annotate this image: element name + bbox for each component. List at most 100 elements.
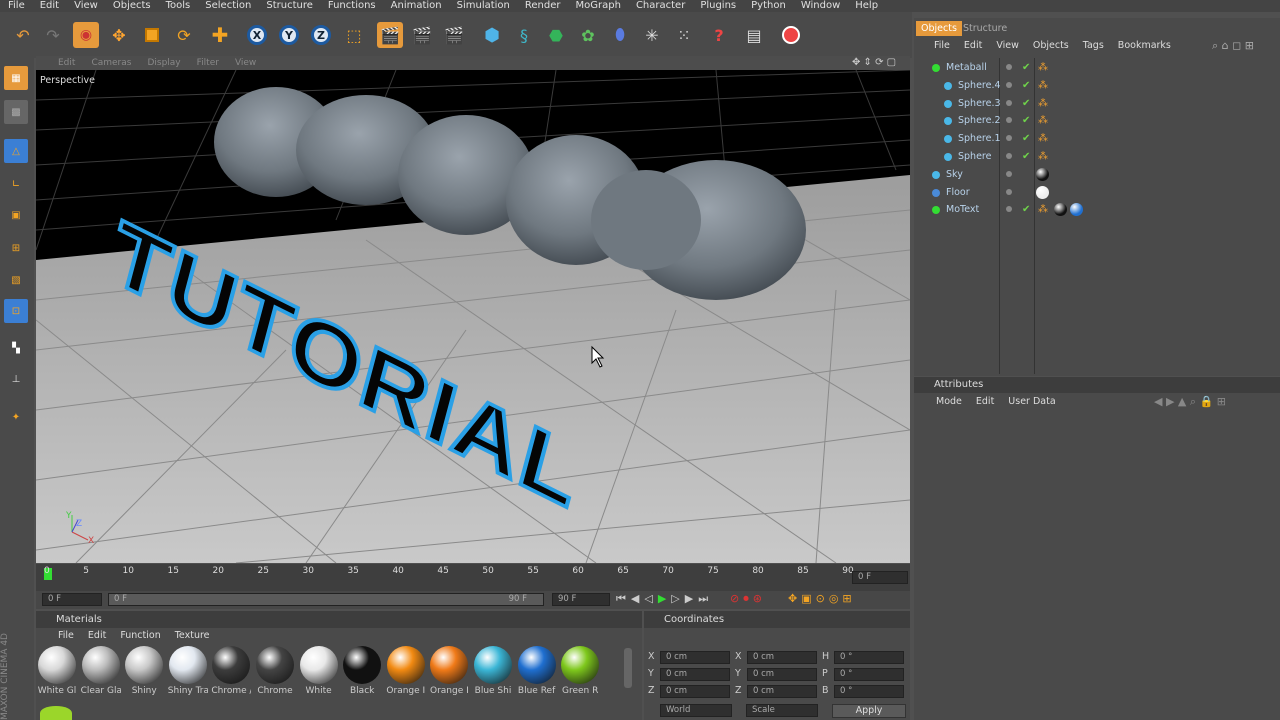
visibility-dot[interactable] [1006,81,1012,88]
tag-icon[interactable]: ⁂ [1038,112,1048,129]
objects-menu-edit[interactable]: Edit [964,40,982,51]
objects-menu-bookmarks[interactable]: Bookmarks [1118,40,1171,51]
attributes-nav-icons[interactable]: ◀ ▶ ▲ ⌕ 🔒 ⊞ [1154,395,1226,409]
object-row[interactable]: Sphere.4 ✔ ⁂ [918,77,1280,94]
objects-menu-view[interactable]: View [996,40,1019,51]
tag-icon[interactable]: ⁂ [1038,130,1048,147]
material-tag-icon[interactable] [1036,185,1049,199]
material-swatch-partial[interactable] [40,706,72,720]
object-row[interactable]: Floor [918,184,1280,201]
menu-structure[interactable]: Structure [266,0,313,12]
start-frame-field[interactable]: 0 F [42,593,102,606]
z-axis-lock-icon[interactable]: Z [308,22,334,48]
object-name[interactable]: Sphere.3 [958,95,1001,112]
menu-functions[interactable]: Functions [328,0,376,12]
coord-value-field[interactable]: 0 cm [660,651,730,664]
material-swatch[interactable]: Shiny [124,646,164,698]
object-row[interactable]: Sphere ✔ ⁂ [918,148,1280,165]
viewport-menu-display[interactable]: Display [147,58,180,68]
materials-menu-edit[interactable]: Edit [88,630,106,641]
material-swatch[interactable]: Clear Gla [81,646,121,698]
enabled-check-icon[interactable]: ✔ [1022,59,1030,76]
attributes-menu-user-data[interactable]: User Data [1008,396,1055,407]
create-object-icon[interactable]: ✚ [207,22,233,48]
redo-icon[interactable]: ↷ [40,22,66,48]
material-swatch[interactable]: Black [342,646,382,698]
material-swatch[interactable]: Shiny Tra [168,646,208,698]
tab-structure[interactable]: Structure [958,21,1012,36]
menu-selection[interactable]: Selection [205,0,251,12]
coord-value-field[interactable]: 0 cm [747,668,817,681]
playback-controls[interactable]: ⏮◀◁▶▷▶⏭ [616,592,713,606]
viewport-menu-view[interactable]: View [235,58,256,68]
menu-simulation[interactable]: Simulation [457,0,510,12]
coord-value-field[interactable]: 0 ° [834,685,904,698]
layout-icon[interactable]: ▤ [741,22,767,48]
visibility-dot[interactable] [1006,99,1012,106]
menu-objects[interactable]: Objects [113,0,151,12]
object-row[interactable]: Sphere.2 ✔ ⁂ [918,112,1280,129]
apply-button[interactable]: Apply [832,704,906,718]
viewport-menu-cameras[interactable]: Cameras [91,58,131,68]
polygons-mode-icon[interactable]: ▣ [4,203,28,227]
texture-mode-icon[interactable]: ▩ [4,100,28,124]
menu-file[interactable]: File [8,0,25,12]
enabled-check-icon[interactable]: ✔ [1022,77,1030,94]
workplane-icon[interactable]: ⊞ [4,236,28,260]
object-row[interactable]: Sphere.1 ✔ ⁂ [918,130,1280,147]
model-mode-icon[interactable]: ▦ [4,66,28,90]
visibility-dot[interactable] [1006,117,1012,124]
materials-menu-texture[interactable]: Texture [175,630,210,641]
tag-icon[interactable]: ⁂ [1038,77,1048,94]
coord-value-field[interactable]: 0 cm [660,685,730,698]
edges-mode-icon[interactable]: ∟ [4,172,28,196]
material-swatch[interactable]: Chrome / [211,646,251,698]
coordinate-scale-select[interactable]: Scale [746,704,818,717]
objects-menu-tags[interactable]: Tags [1083,40,1104,51]
menu-plugins[interactable]: Plugins [700,0,736,12]
material-swatch[interactable]: Blue Shi [473,646,513,698]
attributes-menu-edit[interactable]: Edit [976,396,994,407]
visibility-dot[interactable] [1006,135,1012,142]
tag-icon[interactable]: ⁂ [1038,148,1048,165]
tag-icon[interactable]: ⁂ [1038,201,1048,218]
select-tool-icon[interactable]: ◉ [73,22,99,48]
viewport-menu-edit[interactable]: Edit [58,58,75,68]
object-name[interactable]: MoText [946,201,979,218]
materials-scrollbar[interactable] [624,648,632,688]
material-swatch[interactable]: Orange I [429,646,469,698]
material-swatch[interactable]: Green R [560,646,600,698]
frame-range-slider[interactable]: 0 F 90 F [108,593,544,606]
viewport-nav-icons[interactable]: ✥ ⇕ ⟳ ▢ [852,57,896,68]
material-swatch[interactable]: Chrome [255,646,295,698]
render-picture-viewer-icon[interactable]: 🎬 [409,22,435,48]
object-name[interactable]: Sky [946,166,963,183]
object-name[interactable]: Metaball [946,59,987,76]
y-axis-lock-icon[interactable]: Y [276,22,302,48]
enabled-check-icon[interactable]: ✔ [1022,148,1030,165]
help-icon[interactable]: ? [706,22,732,48]
material-swatch[interactable]: Blue Ref [517,646,557,698]
menu-edit[interactable]: Edit [40,0,59,12]
visibility-dot[interactable] [1006,64,1012,70]
checker-icon[interactable]: ▚ [4,336,28,360]
menu-animation[interactable]: Animation [391,0,442,12]
coord-value-field[interactable]: 0 cm [660,668,730,681]
material-swatch[interactable]: White [299,646,339,698]
axis-icon[interactable]: ⊥ [4,367,28,391]
enabled-check-icon[interactable]: ✔ [1022,130,1030,147]
soft-selection-icon[interactable]: ▧ [4,268,28,292]
end-frame-field[interactable]: 90 F [552,593,610,606]
materials-menu-file[interactable]: File [58,630,74,641]
points-mode-icon[interactable]: △ [4,139,28,163]
viewport-menu-filter[interactable]: Filter [197,58,219,68]
coord-value-field[interactable]: 0 cm [747,651,817,664]
menu-render[interactable]: Render [525,0,561,12]
material-tag-icon[interactable] [1054,203,1067,217]
coord-value-field[interactable]: 0 ° [834,651,904,664]
objects-menu-objects[interactable]: Objects [1033,40,1069,51]
cube-primitive-icon[interactable]: ⬢ [479,22,505,48]
coord-value-field[interactable]: 0 cm [747,685,817,698]
x-axis-lock-icon[interactable]: X [244,22,270,48]
coordinate-mode-select[interactable]: World [660,704,732,717]
